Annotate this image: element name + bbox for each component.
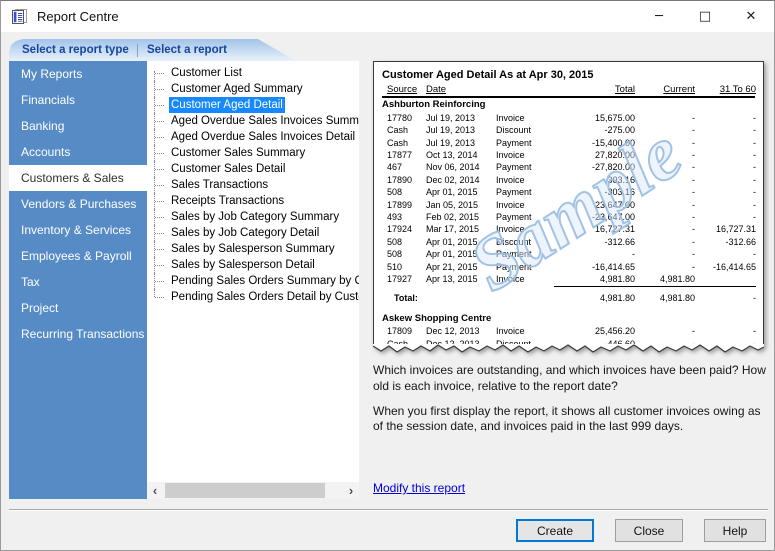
report-list-panel: Customer ListCustomer Aged SummaryCustom… bbox=[147, 61, 359, 499]
col-31to60: 31 To 60 bbox=[695, 84, 756, 96]
report-data-row: 17890Dec 02, 2014Invoice303.16-- bbox=[382, 174, 755, 186]
scroll-right-arrow-icon[interactable]: › bbox=[343, 482, 359, 499]
report-item-sales-by-salesperson-detail[interactable]: Sales by Salesperson Detail bbox=[147, 257, 359, 273]
panel-headers-tab: Select a report type Select a report bbox=[9, 39, 296, 61]
report-item-label: Customer Sales Summary bbox=[169, 145, 307, 161]
report-item-label: Sales by Salesperson Summary bbox=[169, 241, 337, 257]
report-preview-panel: Customer Aged Detail As at Apr 30, 2015 … bbox=[373, 61, 768, 435]
report-data-row: 510Apr 21, 2015Payment-16,414.65--16,414… bbox=[382, 261, 755, 273]
col-total: Total bbox=[554, 84, 635, 96]
report-item-sales-by-job-category-detail[interactable]: Sales by Job Category Detail bbox=[147, 225, 359, 241]
report-item-customer-aged-summary[interactable]: Customer Aged Summary bbox=[147, 81, 359, 97]
report-list: Customer ListCustomer Aged SummaryCustom… bbox=[147, 61, 359, 305]
report-item-label: Customer List bbox=[169, 65, 244, 81]
sidebar: My ReportsFinancialsBankingAccountsCusto… bbox=[9, 61, 147, 499]
horizontal-scrollbar[interactable]: ‹ › bbox=[147, 482, 359, 499]
report-item-label: Customer Sales Detail bbox=[169, 161, 287, 177]
footer-buttons: Create Close Help bbox=[516, 519, 766, 542]
footer-separator bbox=[9, 509, 768, 511]
sidebar-item-tax[interactable]: Tax bbox=[9, 269, 147, 295]
modify-this-report-link[interactable]: Modify this report bbox=[373, 481, 465, 495]
sidebar-item-employees-payroll[interactable]: Employees & Payroll bbox=[9, 243, 147, 269]
col-source: Source bbox=[382, 84, 426, 96]
report-data-row: 508Apr 01, 2015Payment-303.16-- bbox=[382, 186, 755, 198]
report-item-customer-sales-detail[interactable]: Customer Sales Detail bbox=[147, 161, 359, 177]
help-button[interactable]: Help bbox=[704, 519, 766, 542]
report-item-label: Pending Sales Orders Summary by Customer bbox=[169, 273, 359, 289]
report-item-sales-by-salesperson-summary[interactable]: Sales by Salesperson Summary bbox=[147, 241, 359, 257]
report-item-sales-by-job-category-summary[interactable]: Sales by Job Category Summary bbox=[147, 209, 359, 225]
scrollbar-thumb[interactable] bbox=[165, 483, 325, 498]
sidebar-item-vendors-purchases[interactable]: Vendors & Purchases bbox=[9, 191, 147, 217]
customer-group-name: Askew Shopping Centre bbox=[382, 313, 755, 325]
window-title: Report Centre bbox=[37, 9, 119, 24]
sidebar-item-inventory-services[interactable]: Inventory & Services bbox=[9, 217, 147, 243]
report-item-receipts-transactions[interactable]: Receipts Transactions bbox=[147, 193, 359, 209]
scroll-left-arrow-icon[interactable]: ‹ bbox=[147, 482, 163, 499]
report-centre-app-icon bbox=[11, 8, 29, 25]
report-item-sales-transactions[interactable]: Sales Transactions bbox=[147, 177, 359, 193]
tab-header-divider bbox=[137, 44, 138, 57]
preview-report-title: Customer Aged Detail As at Apr 30, 2015 bbox=[382, 69, 755, 81]
report-item-label: Customer Aged Detail bbox=[169, 97, 285, 113]
close-button[interactable]: ✕ bbox=[728, 1, 774, 32]
report-item-label: Sales by Job Category Summary bbox=[169, 209, 341, 225]
close-dialog-button[interactable]: Close bbox=[615, 519, 683, 542]
report-data-row: 508Apr 01, 2015Discount-312.66--312.66 bbox=[382, 236, 755, 248]
sidebar-item-my-reports[interactable]: My Reports bbox=[9, 61, 147, 87]
description-paragraph-2: When you first display the report, it sh… bbox=[373, 404, 771, 436]
report-description: Which invoices are outstanding, and whic… bbox=[373, 363, 771, 435]
titlebar: Report Centre ─ □ ✕ bbox=[1, 1, 774, 32]
col-date: Date bbox=[426, 84, 496, 96]
paper-torn-edge bbox=[373, 344, 764, 354]
report-data-row: CashDec 12, 2013Discount-446.60-- bbox=[382, 338, 755, 344]
report-item-label: Sales by Salesperson Detail bbox=[169, 257, 317, 273]
scrollbar-track[interactable] bbox=[163, 482, 343, 499]
preview-column-headers: Source Date Total Current 31 To 60 bbox=[382, 84, 755, 98]
sidebar-item-customers-sales[interactable]: Customers & Sales bbox=[9, 165, 147, 191]
sidebar-item-project[interactable]: Project bbox=[9, 295, 147, 321]
report-data-row: 17780Jul 19, 2013Invoice15,675.00-- bbox=[382, 112, 755, 124]
customer-group-name: Ashburton Reinforcing bbox=[382, 99, 755, 111]
report-item-pending-sales-orders-detail-by-customer[interactable]: Pending Sales Orders Detail by Customer bbox=[147, 289, 359, 305]
report-item-label: Pending Sales Orders Detail by Customer bbox=[169, 289, 359, 305]
report-data-row: CashJul 19, 2013Discount-275.00-- bbox=[382, 124, 755, 136]
select-report-header: Select a report bbox=[147, 44, 227, 56]
sidebar-item-accounts[interactable]: Accounts bbox=[9, 139, 147, 165]
report-item-aged-overdue-sales-invoices-summary[interactable]: Aged Overdue Sales Invoices Summary bbox=[147, 113, 359, 129]
report-item-label: Aged Overdue Sales Invoices Summary bbox=[169, 113, 359, 129]
report-data-row: 493Feb 02, 2015Payment-23,647.00-- bbox=[382, 211, 755, 223]
description-paragraph-1: Which invoices are outstanding, and whic… bbox=[373, 363, 771, 395]
report-item-customer-sales-summary[interactable]: Customer Sales Summary bbox=[147, 145, 359, 161]
report-item-label: Customer Aged Summary bbox=[169, 81, 305, 97]
report-data-row: CashJul 19, 2013Payment-15,400.00-- bbox=[382, 137, 755, 149]
report-item-customer-list[interactable]: Customer List bbox=[147, 65, 359, 81]
report-item-aged-overdue-sales-invoices-detail[interactable]: Aged Overdue Sales Invoices Detail bbox=[147, 129, 359, 145]
report-preview-paper: Customer Aged Detail As at Apr 30, 2015 … bbox=[373, 61, 764, 354]
preview-table-body: Ashburton Reinforcing17780Jul 19, 2013In… bbox=[382, 99, 755, 344]
report-centre-window: Report Centre ─ □ ✕ Select a report type… bbox=[0, 0, 775, 551]
create-button[interactable]: Create bbox=[516, 519, 594, 542]
report-data-row: 17899Jan 05, 2015Invoice23,647.00-- bbox=[382, 199, 755, 211]
group-total-row: Total:4,981.804,981.80- bbox=[382, 292, 755, 304]
report-item-pending-sales-orders-summary-by-customer[interactable]: Pending Sales Orders Summary by Customer bbox=[147, 273, 359, 289]
report-data-row: 17809Dec 12, 2013Invoice25,456.20-- bbox=[382, 325, 755, 337]
sidebar-item-banking[interactable]: Banking bbox=[9, 113, 147, 139]
report-data-row: 17877Oct 13, 2014Invoice27,820.00-- bbox=[382, 149, 755, 161]
report-data-row: 508Apr 01, 2015Payment--- bbox=[382, 248, 755, 260]
report-item-label: Aged Overdue Sales Invoices Detail bbox=[169, 129, 357, 145]
report-item-customer-aged-detail[interactable]: Customer Aged Detail bbox=[147, 97, 359, 113]
sidebar-item-financials[interactable]: Financials bbox=[9, 87, 147, 113]
report-item-label: Sales by Job Category Detail bbox=[169, 225, 321, 241]
report-item-label: Receipts Transactions bbox=[169, 193, 286, 209]
maximize-button[interactable]: □ bbox=[682, 1, 728, 32]
report-data-row: 17927Apr 13, 2015Invoice4,981.804,981.80 bbox=[382, 273, 755, 286]
report-data-row: 467Nov 06, 2014Payment-27,820.00-- bbox=[382, 161, 755, 173]
report-data-row: 17924Mar 17, 2015Invoice16,727.31-16,727… bbox=[382, 223, 755, 235]
sidebar-item-recurring-transactions[interactable]: Recurring Transactions bbox=[9, 321, 147, 347]
select-report-type-header: Select a report type bbox=[9, 44, 137, 56]
minimize-button[interactable]: ─ bbox=[636, 1, 682, 32]
col-current: Current bbox=[635, 84, 695, 96]
report-item-label: Sales Transactions bbox=[169, 177, 270, 193]
